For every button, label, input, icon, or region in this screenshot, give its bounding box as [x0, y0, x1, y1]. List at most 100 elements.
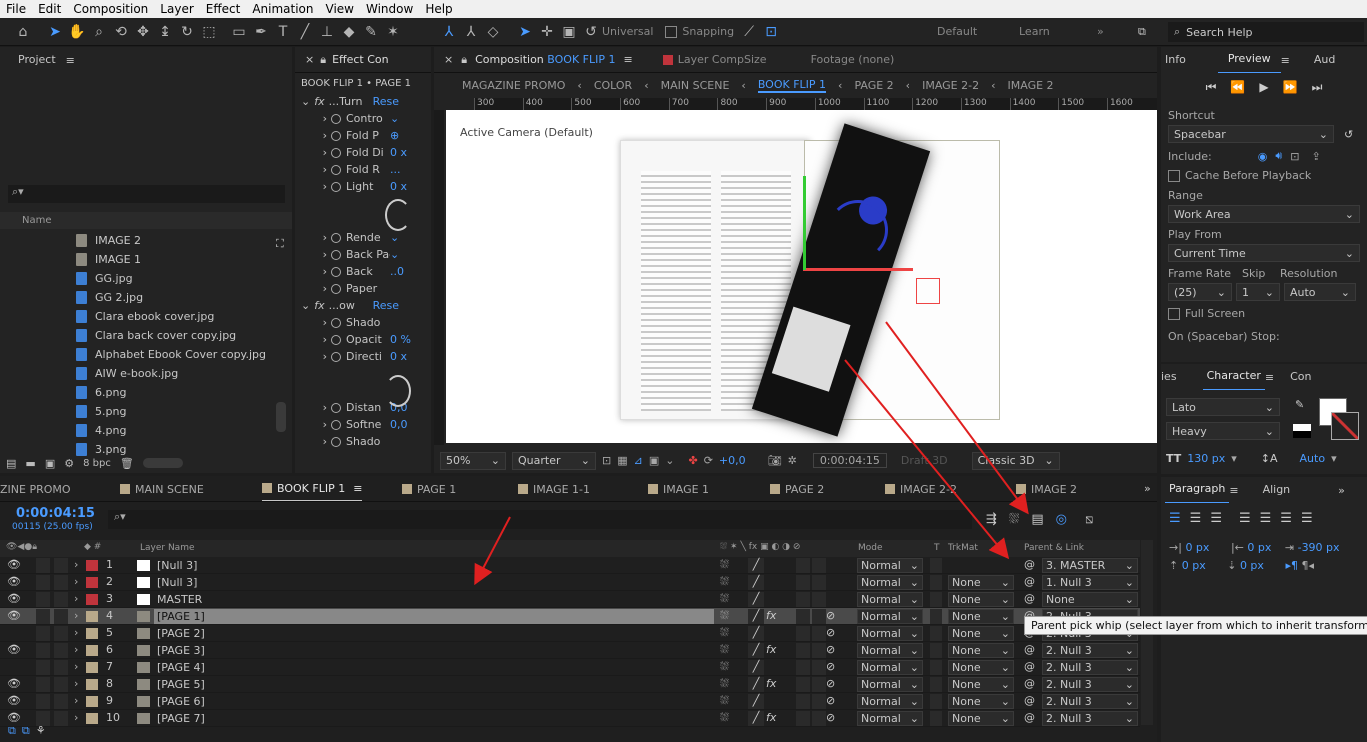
region-icon[interactable]: ⊡: [602, 454, 611, 467]
timeline-tab[interactable]: BOOK FLIP 1 ≡: [262, 476, 363, 501]
preserve-transparency[interactable]: [930, 558, 942, 573]
workspace-default[interactable]: Default: [937, 25, 977, 38]
space-after-value[interactable]: 0 px: [1240, 559, 1264, 572]
justify-all-icon[interactable]: ☰: [1301, 511, 1313, 526]
fx-switch-icon[interactable]: fx: [766, 643, 776, 658]
eyedropper-icon[interactable]: ✎: [1295, 398, 1304, 411]
quality-switch-icon[interactable]: ╱: [748, 677, 764, 692]
lock-toggle[interactable]: [54, 694, 68, 709]
project-item[interactable]: 4.png: [0, 421, 275, 440]
chevron-right-icon[interactable]: ›: [295, 282, 331, 295]
chevron-right-icon[interactable]: ›: [295, 418, 331, 431]
toggle-time-icon[interactable]: ⚘: [36, 724, 46, 742]
quality-switch-icon[interactable]: ╱: [748, 660, 764, 675]
snap-edge-icon[interactable]: ⟋: [738, 21, 760, 43]
chevron-right-icon[interactable]: ›: [295, 146, 331, 159]
effect-property-value[interactable]: ⌄: [390, 248, 399, 261]
adjustment-switch[interactable]: [812, 677, 826, 692]
chevron-right-icon[interactable]: ›: [74, 558, 78, 573]
expand-icon[interactable]: ⌄: [301, 95, 310, 108]
black-white-swatch[interactable]: [1293, 424, 1311, 438]
channel-icon[interactable]: ✤: [688, 454, 697, 467]
chevron-right-icon[interactable]: ›: [74, 660, 78, 675]
overlay-icon[interactable]: ⊡: [1290, 150, 1299, 163]
parent-dropdown[interactable]: None ⌄: [1042, 592, 1138, 607]
preserve-transparency[interactable]: [930, 660, 942, 675]
effect-property-row[interactable]: › Shado: [295, 433, 431, 450]
cache-checkbox[interactable]: [1168, 169, 1180, 182]
eye-icon[interactable]: 👁: [7, 558, 21, 573]
effect-property-value[interactable]: 0 x: [390, 350, 407, 363]
effect-property-value[interactable]: Rese: [373, 95, 399, 108]
local-axis-icon[interactable]: ⅄: [438, 21, 460, 43]
align-left-icon[interactable]: ☰: [1169, 511, 1181, 526]
anchor-tool-icon[interactable]: ⬚: [198, 21, 220, 43]
stopwatch-icon[interactable]: [331, 249, 341, 260]
layer-name[interactable]: [PAGE 4]: [154, 660, 714, 675]
stopwatch-icon[interactable]: [331, 130, 341, 141]
trkmat-dropdown[interactable]: None ⌄: [948, 694, 1014, 709]
chevron-right-icon[interactable]: ›: [74, 626, 78, 641]
prev-frame-icon[interactable]: ⏪: [1230, 80, 1245, 94]
layer-row[interactable]: 👁 › 1 [Null 3] ⛆ ╱ Normal ⌄ @3. MASTER ⌄: [0, 557, 1140, 574]
layer-tab[interactable]: Layer CompSize: [678, 53, 767, 66]
preserve-transparency[interactable]: [930, 609, 942, 624]
chevron-right-icon[interactable]: ›: [295, 112, 331, 125]
pickwhip-icon[interactable]: @: [1024, 558, 1035, 573]
layer-row[interactable]: ›5[PAGE 2]⛆╱⊘Normal⌄None⌄@2. Null 3⌄: [0, 625, 1140, 642]
label-color-swatch[interactable]: [86, 577, 98, 588]
mode-dropdown[interactable]: Normal ⌄: [857, 609, 923, 624]
layer-name[interactable]: [PAGE 3]: [154, 643, 714, 658]
camera-orbit-icon[interactable]: ↺: [580, 21, 602, 43]
fullscreen-checkbox[interactable]: [1168, 307, 1180, 320]
trkmat-dropdown[interactable]: None ⌄: [948, 626, 1014, 641]
bpc-label[interactable]: 8 bpc: [83, 458, 111, 469]
mode-dropdown[interactable]: Normal ⌄: [857, 626, 923, 641]
align-center-icon[interactable]: ☰: [1190, 511, 1202, 526]
hand-tool-icon[interactable]: ✋: [66, 21, 88, 43]
camera-select-icon[interactable]: ➤: [514, 21, 536, 43]
quality-dropdown[interactable]: Quarter ⌄: [512, 451, 596, 470]
effect-property-value[interactable]: 0,0: [390, 418, 408, 431]
timeline-tab[interactable]: IMAGE 2: [1016, 476, 1077, 501]
shy-switch-icon[interactable]: ⛆: [720, 660, 729, 675]
comp-viewer[interactable]: Active Camera (Default): [446, 110, 1157, 443]
lock-toggle[interactable]: [54, 575, 68, 590]
snapping-checkbox[interactable]: [665, 25, 678, 38]
effect-property-row[interactable]: ⌄ fx ...Turn Rese: [295, 93, 431, 110]
quality-switch-icon[interactable]: ╱: [748, 558, 764, 573]
lock-toggle[interactable]: [54, 609, 68, 624]
transparency-icon[interactable]: ▦: [617, 454, 627, 467]
shy-icon[interactable]: ⛆: [1009, 512, 1019, 527]
zoom-dropdown[interactable]: 50% ⌄: [440, 451, 506, 470]
tab-preview[interactable]: Preview: [1217, 47, 1281, 73]
comp-tab-name[interactable]: BOOK FLIP 1: [547, 53, 615, 66]
fx-switch-icon[interactable]: fx: [766, 677, 776, 692]
layer-name[interactable]: MASTER: [154, 592, 714, 607]
parent-dropdown[interactable]: 2. Null 3 ⌄: [1042, 643, 1138, 658]
chevron-right-icon[interactable]: ›: [295, 350, 331, 363]
mode-dropdown[interactable]: Normal ⌄: [857, 592, 923, 607]
flowchart-icon[interactable]: ⛶: [276, 237, 288, 273]
reset-icon[interactable]: ↺: [1344, 128, 1353, 141]
home-icon[interactable]: ⌂: [12, 21, 34, 43]
eye-icon[interactable]: 👁: [7, 694, 21, 709]
trkmat-dropdown[interactable]: None ⌄: [948, 592, 1014, 607]
pickwhip-icon[interactable]: @: [1024, 575, 1035, 590]
preserve-transparency[interactable]: [930, 592, 942, 607]
quality-switch-icon[interactable]: ╱: [748, 609, 764, 624]
ltr-icon[interactable]: ▸¶: [1285, 559, 1298, 572]
chevron-right-icon[interactable]: ›: [295, 316, 331, 329]
preserve-transparency[interactable]: [930, 677, 942, 692]
play-icon[interactable]: ▶: [1259, 80, 1268, 94]
stamp-tool-icon[interactable]: ⊥: [316, 21, 338, 43]
frame-blend-icon[interactable]: ▤: [1031, 512, 1043, 527]
close-icon[interactable]: ×: [305, 53, 314, 66]
lock-toggle[interactable]: [54, 660, 68, 675]
y-axis-handle[interactable]: [803, 176, 806, 270]
effect-property-value[interactable]: ...: [390, 163, 401, 176]
world-axis-icon[interactable]: ⅄: [460, 21, 482, 43]
fx-icon[interactable]: fx: [314, 95, 324, 108]
align-right-icon[interactable]: ☰: [1210, 511, 1222, 526]
label-color-swatch[interactable]: [86, 679, 98, 690]
